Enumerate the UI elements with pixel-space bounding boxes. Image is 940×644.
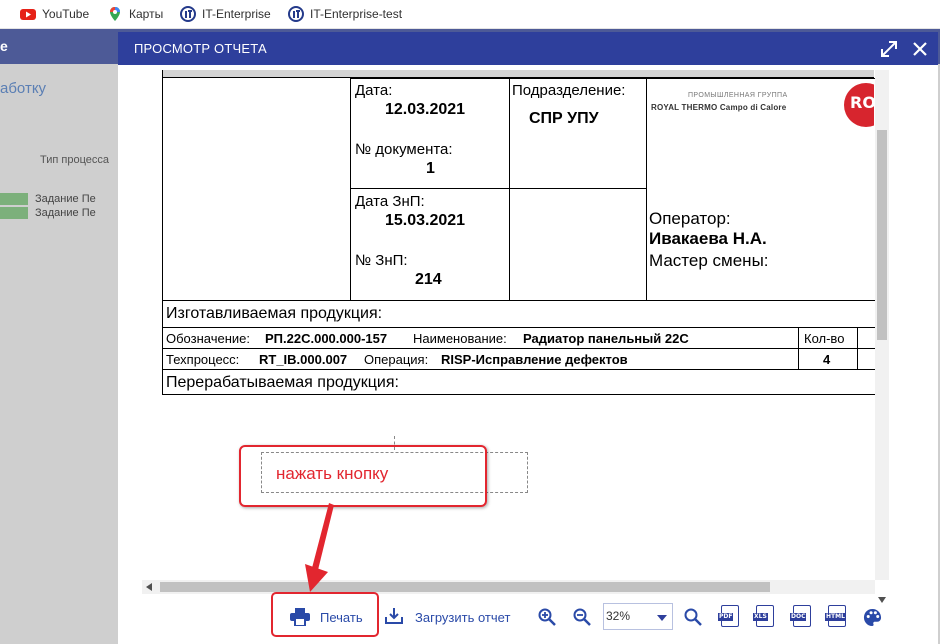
bookmark-label: YouTube — [42, 7, 90, 21]
modal-header: ПРОСМОТР ОТЧЕТА — [118, 32, 938, 65]
download-icon — [385, 608, 403, 624]
print-label: Печать — [320, 610, 363, 625]
zoom-in-icon[interactable] — [538, 608, 556, 626]
youtube-icon — [20, 9, 36, 20]
doc-badge: DOC — [790, 613, 807, 621]
printer-icon — [290, 608, 310, 626]
palette-icon[interactable] — [863, 608, 882, 627]
horizontal-scrollbar[interactable] — [142, 580, 875, 594]
pdf-badge: PDF — [718, 613, 734, 621]
znp-date-label: Дата ЗнП: — [355, 193, 425, 210]
produced-label: Изготавливаемая продукция: — [166, 305, 383, 322]
bookmark-label: IT-Enterprise — [202, 7, 271, 21]
logo-emblem: RO — [844, 80, 874, 142]
znp-no-label: № ЗнП: — [355, 252, 408, 269]
operation-value: RISP-Исправление дефектов — [441, 352, 628, 367]
doc-no-label: № документа: — [355, 141, 453, 158]
close-icon[interactable] — [909, 38, 931, 60]
zoom-select[interactable]: 32% — [603, 603, 673, 630]
scrollbar-thumb[interactable] — [877, 130, 887, 340]
designation-value: РП.22С.000.000-157 — [265, 331, 388, 346]
bookmarks-bar: YouTube Карты IT-Enterprise IT-Enterpris… — [0, 0, 940, 29]
techprocess-label: Техпроцесс: — [166, 352, 240, 367]
status-bar — [0, 207, 28, 219]
report-top-strip — [163, 70, 874, 78]
instruction-callout: нажать кнопку — [239, 445, 487, 507]
background-link[interactable]: аботку — [0, 80, 46, 97]
division-label: Подразделение: — [512, 82, 626, 99]
export-html-button[interactable]: HTML — [825, 605, 846, 627]
report-toolbar: Печать Загрузить отчет 32% PDF XLS DOC H… — [118, 592, 938, 644]
bookmark-label: IT-Enterprise-test — [310, 7, 403, 21]
it-logo-icon — [180, 6, 196, 22]
zoom-value: 32% — [606, 609, 631, 623]
chevron-down-icon — [657, 615, 667, 621]
bookmark-label: Карты — [129, 7, 164, 21]
export-xls-button[interactable]: XLS — [753, 605, 774, 627]
operation-label: Операция: — [364, 352, 429, 367]
modal-title: ПРОСМОТР ОТЧЕТА — [134, 41, 267, 56]
xls-badge: XLS — [753, 613, 768, 621]
export-pdf-button[interactable]: PDF — [718, 605, 739, 627]
background-header-text: e — [0, 38, 8, 54]
vertical-scrollbar[interactable] — [875, 70, 889, 603]
background-table-row[interactable]: Задание Пе — [0, 207, 118, 219]
logo-line2: ROYAL THERMO Campo di Calore — [651, 103, 787, 112]
report-page: Дата: 12.03.2021 № документа: 1 Дата ЗнП… — [162, 70, 876, 395]
callout-text: нажать кнопку — [276, 464, 389, 483]
print-button[interactable]: Печать — [286, 603, 372, 631]
date-value: 12.03.2021 — [385, 101, 466, 118]
empty-cell — [509, 188, 647, 301]
name-value: Радиатор панельный 22С — [523, 331, 689, 346]
search-icon[interactable] — [684, 608, 702, 626]
row-text: Задание Пе — [35, 207, 96, 219]
scrollbar-thumb[interactable] — [160, 582, 770, 592]
background-column-header: Тип процесса — [40, 154, 109, 166]
download-report-button[interactable]: Загрузить отчет — [383, 603, 525, 631]
maps-pin-icon — [110, 7, 120, 21]
it-logo-icon — [288, 6, 304, 22]
qty-label: Кол-во — [804, 331, 845, 346]
scroll-left-icon[interactable] — [146, 583, 152, 591]
report-viewer: Дата: 12.03.2021 № документа: 1 Дата ЗнП… — [142, 70, 893, 600]
operator-value: Ивакаева Н.А. — [649, 229, 767, 248]
qty-value: 4 — [823, 352, 831, 367]
name-label: Наименование: — [413, 331, 507, 346]
znp-date-value: 15.03.2021 — [385, 212, 466, 229]
background-table-row[interactable]: Задание Пе — [0, 193, 118, 205]
export-doc-button[interactable]: DOC — [790, 605, 811, 627]
division-value: СПР УПУ — [529, 110, 599, 127]
expand-icon[interactable] — [878, 38, 900, 60]
download-label: Загрузить отчет — [415, 610, 511, 625]
report-preview-modal: ПРОСМОТР ОТЧЕТА Дата: 12.03.2021 № докум… — [118, 32, 938, 644]
html-badge: HTML — [825, 613, 846, 621]
status-bar — [0, 193, 28, 205]
red-arrow-icon — [305, 503, 334, 592]
row-text: Задание Пе — [35, 193, 96, 205]
zoom-out-icon[interactable] — [573, 608, 591, 626]
znp-no-value: 214 — [415, 271, 442, 288]
logo-line1: ПРОМЫШЛЕННАЯ ГРУППА — [688, 92, 788, 99]
processed-label: Перерабатываемая продукция: — [166, 374, 399, 391]
doc-no-value: 1 — [426, 160, 435, 177]
company-logo: ПРОМЫШЛЕННАЯ ГРУППА ROYAL THERMO Campo d… — [651, 92, 831, 132]
date-label: Дата: — [355, 82, 393, 99]
designation-label: Обозначение: — [166, 331, 251, 346]
techprocess-value: RT_IB.000.007 — [259, 352, 348, 367]
operator-label: Оператор: — [649, 209, 731, 228]
master-label: Мастер смены: — [649, 251, 769, 270]
